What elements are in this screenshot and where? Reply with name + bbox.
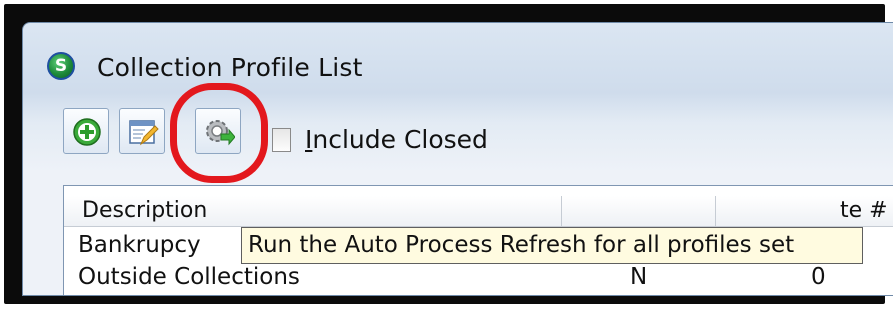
refresh-tooltip: Run the Auto Process Refresh for all pro… bbox=[241, 227, 863, 264]
collection-profile-window: S Collection Profile List Include Closed bbox=[22, 22, 893, 296]
red-highlight-circle bbox=[170, 83, 268, 183]
column-header-date-number[interactable]: te # bbox=[840, 198, 888, 223]
grid-header: Description te # bbox=[64, 196, 893, 227]
edit-profile-button[interactable] bbox=[119, 108, 165, 154]
include-closed-checkbox[interactable] bbox=[272, 128, 291, 152]
edit-icon bbox=[129, 120, 159, 146]
include-closed-label[interactable]: Include Closed bbox=[305, 125, 488, 154]
add-icon bbox=[73, 118, 101, 146]
cell-description: Outside Collections bbox=[78, 264, 300, 290]
column-divider[interactable] bbox=[715, 196, 716, 226]
cell-number: 0 bbox=[811, 264, 826, 290]
cell-description: Bankrupcy bbox=[78, 232, 201, 258]
column-divider[interactable] bbox=[561, 196, 562, 226]
app-logo-icon: S bbox=[47, 52, 75, 80]
cell-flag: N bbox=[630, 264, 648, 290]
window-title: Collection Profile List bbox=[97, 53, 363, 82]
table-row[interactable]: Outside Collections N 0 bbox=[64, 264, 893, 294]
column-header-description[interactable]: Description bbox=[82, 198, 207, 223]
add-profile-button[interactable] bbox=[63, 108, 109, 154]
